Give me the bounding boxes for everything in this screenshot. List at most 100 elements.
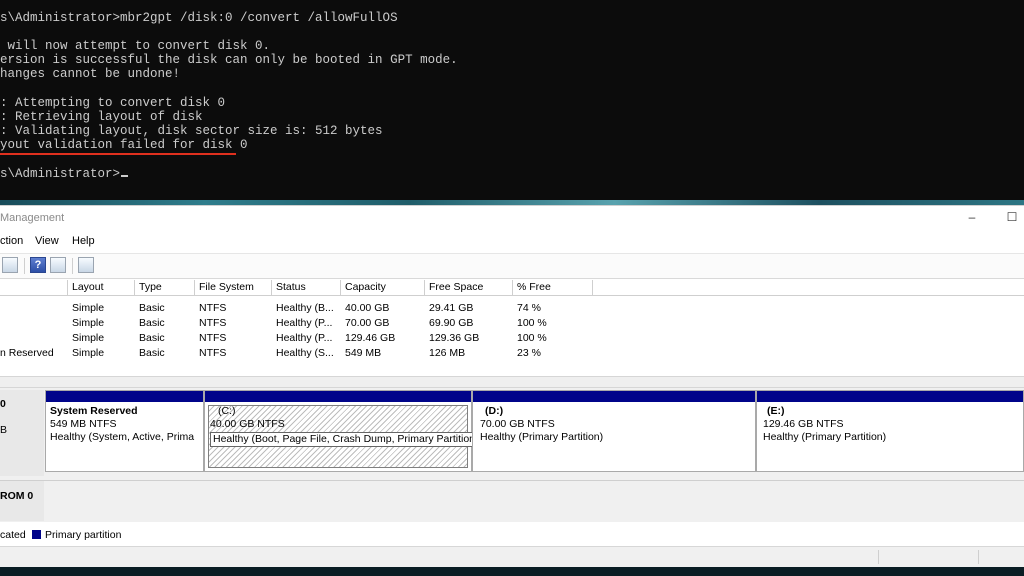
volume-capacity: 129.46 GB bbox=[345, 332, 396, 344]
volume-status: Healthy (P... bbox=[276, 332, 333, 344]
column-header-status[interactable]: Status bbox=[272, 280, 341, 295]
partition-e[interactable]: (E:) 129.46 GB NTFS Healthy (Primary Par… bbox=[756, 390, 1024, 472]
partition-name: (D:) bbox=[485, 405, 504, 417]
volume-capacity: 549 MB bbox=[345, 347, 382, 359]
volume-percent-free: 100 % bbox=[517, 332, 547, 344]
disk-0-row: 0 B System Reserved 549 MB NTFS Healthy … bbox=[0, 390, 1024, 476]
partition-d[interactable]: (D:) 70.00 GB NTFS Healthy (Primary Part… bbox=[472, 390, 756, 472]
menu-bar: ction View Help bbox=[0, 232, 1024, 252]
volume-row[interactable]: Simple Basic NTFS Healthy (P... 129.46 G… bbox=[0, 331, 1024, 346]
status-bar-pane bbox=[878, 550, 879, 564]
legend: cated Primary partition bbox=[0, 526, 1024, 544]
column-header-percent-free[interactable]: % Free bbox=[513, 280, 593, 295]
column-header-layout[interactable]: Layout bbox=[68, 280, 135, 295]
volume-status: Healthy (S... bbox=[276, 347, 334, 359]
menu-view[interactable]: View bbox=[35, 235, 59, 247]
volume-layout: Simple bbox=[72, 317, 105, 329]
volume-percent-free: 23 % bbox=[517, 347, 541, 359]
column-header-capacity[interactable]: Capacity bbox=[341, 280, 425, 295]
volume-type: Basic bbox=[139, 317, 165, 329]
volume-status: Healthy (B... bbox=[276, 302, 334, 314]
status-bar-pane bbox=[978, 550, 979, 564]
volume-type: Basic bbox=[139, 347, 165, 359]
volume-name: n Reserved bbox=[0, 347, 54, 359]
settings-icon[interactable] bbox=[78, 257, 94, 273]
disk-0-size: B bbox=[0, 424, 8, 436]
console-prompt-line[interactable]: s\Administrator> bbox=[0, 167, 129, 181]
volume-percent-free: 74 % bbox=[517, 302, 541, 314]
cdrom-0-area[interactable] bbox=[45, 481, 1024, 521]
partition-name: System Reserved bbox=[50, 405, 138, 417]
partition-size: 549 MB NTFS bbox=[50, 418, 117, 430]
volume-capacity: 70.00 GB bbox=[345, 317, 390, 329]
properties-icon[interactable] bbox=[2, 257, 18, 273]
partition-name: (E:) bbox=[767, 405, 785, 417]
cdrom-0-row: ROM 0 bbox=[0, 480, 1024, 521]
volume-list-header: Layout Type File System Status Capacity … bbox=[0, 280, 1024, 296]
menu-action[interactable]: ction bbox=[0, 235, 23, 247]
title-bar[interactable]: Management – ☐ bbox=[0, 206, 1024, 230]
partition-c[interactable]: (C:) 40.00 GB NTFS Healthy (Boot, Page F… bbox=[204, 390, 482, 472]
window-title: Management bbox=[0, 212, 65, 224]
volume-percent-free: 100 % bbox=[517, 317, 547, 329]
pane-splitter[interactable] bbox=[0, 376, 1024, 388]
taskbar bbox=[0, 567, 1024, 576]
disk-graphical-view: 0 B System Reserved 549 MB NTFS Healthy … bbox=[0, 388, 1024, 522]
volume-row[interactable]: Simple Basic NTFS Healthy (P... 70.00 GB… bbox=[0, 316, 1024, 331]
primary-partition-bar bbox=[205, 391, 471, 402]
cdrom-0-name: ROM 0 bbox=[0, 490, 34, 502]
console-line: : Attempting to convert disk 0 bbox=[0, 96, 226, 110]
maximize-button[interactable]: ☐ bbox=[1002, 208, 1022, 226]
minimize-button[interactable]: – bbox=[962, 208, 982, 226]
partition-system-reserved[interactable]: System Reserved 549 MB NTFS Healthy (Sys… bbox=[45, 390, 204, 472]
column-header-type[interactable]: Type bbox=[135, 280, 195, 295]
error-underline bbox=[0, 153, 236, 155]
view-icon[interactable] bbox=[50, 257, 66, 273]
text-cursor bbox=[121, 175, 129, 177]
column-header-file-system[interactable]: File System bbox=[195, 280, 272, 295]
column-header-free-space[interactable]: Free Space bbox=[425, 280, 513, 295]
help-icon[interactable]: ? bbox=[30, 257, 46, 273]
column-header-volume[interactable] bbox=[0, 280, 68, 295]
partition-size: 40.00 GB NTFS bbox=[210, 418, 285, 430]
volume-row[interactable]: n Reserved Simple Basic NTFS Healthy (S.… bbox=[0, 346, 1024, 361]
volume-type: Basic bbox=[139, 332, 165, 344]
legend-primary-label: Primary partition bbox=[45, 529, 122, 541]
partition-size: 70.00 GB NTFS bbox=[480, 418, 555, 430]
primary-partition-bar bbox=[473, 391, 755, 402]
volume-type: Basic bbox=[139, 302, 165, 314]
volume-free-space: 129.36 GB bbox=[429, 332, 480, 344]
partition-status: Healthy (Primary Partition) bbox=[763, 431, 887, 443]
disk-management-window: Management – ☐ ction View Help ? Layout … bbox=[0, 205, 1024, 568]
volume-layout: Simple bbox=[72, 302, 105, 314]
volume-free-space: 69.90 GB bbox=[429, 317, 474, 329]
volume-free-space: 126 MB bbox=[429, 347, 466, 359]
toolbar-separator bbox=[24, 258, 25, 274]
console-line: hanges cannot be undone! bbox=[0, 67, 181, 81]
toolbar-separator bbox=[72, 258, 73, 274]
partition-size: 129.46 GB NTFS bbox=[763, 418, 844, 430]
disk-0-label[interactable]: 0 B bbox=[0, 390, 44, 476]
volume-file-system: NTFS bbox=[199, 332, 227, 344]
partition-name: (C:) bbox=[218, 405, 236, 417]
volume-file-system: NTFS bbox=[199, 317, 227, 329]
volume-file-system: NTFS bbox=[199, 347, 227, 359]
volume-layout: Simple bbox=[72, 332, 105, 344]
menu-help[interactable]: Help bbox=[72, 235, 95, 247]
disk-0-name: 0 bbox=[0, 398, 6, 410]
partition-status: Healthy (Primary Partition) bbox=[480, 431, 604, 443]
status-bar bbox=[0, 546, 1024, 567]
primary-partition-swatch bbox=[32, 530, 41, 539]
volume-status: Healthy (P... bbox=[276, 317, 333, 329]
cdrom-0-label[interactable]: ROM 0 bbox=[0, 481, 44, 521]
console-prompt: s\Administrator> bbox=[0, 167, 121, 181]
console-line: ersion is successful the disk can only b… bbox=[0, 53, 458, 67]
console-line: : Retrieving layout of disk bbox=[0, 110, 203, 124]
toolbar: ? bbox=[0, 253, 1024, 279]
volume-row[interactable]: Simple Basic NTFS Healthy (B... 40.00 GB… bbox=[0, 301, 1024, 316]
volume-file-system: NTFS bbox=[199, 302, 227, 314]
partition-status: Healthy (Boot, Page File, Crash Dump, Pr… bbox=[210, 432, 482, 447]
volume-free-space: 29.41 GB bbox=[429, 302, 474, 314]
command-prompt-window[interactable]: s\Administrator>mbr2gpt /disk:0 /convert… bbox=[0, 0, 1024, 200]
volume-list: Layout Type File System Status Capacity … bbox=[0, 280, 1024, 374]
